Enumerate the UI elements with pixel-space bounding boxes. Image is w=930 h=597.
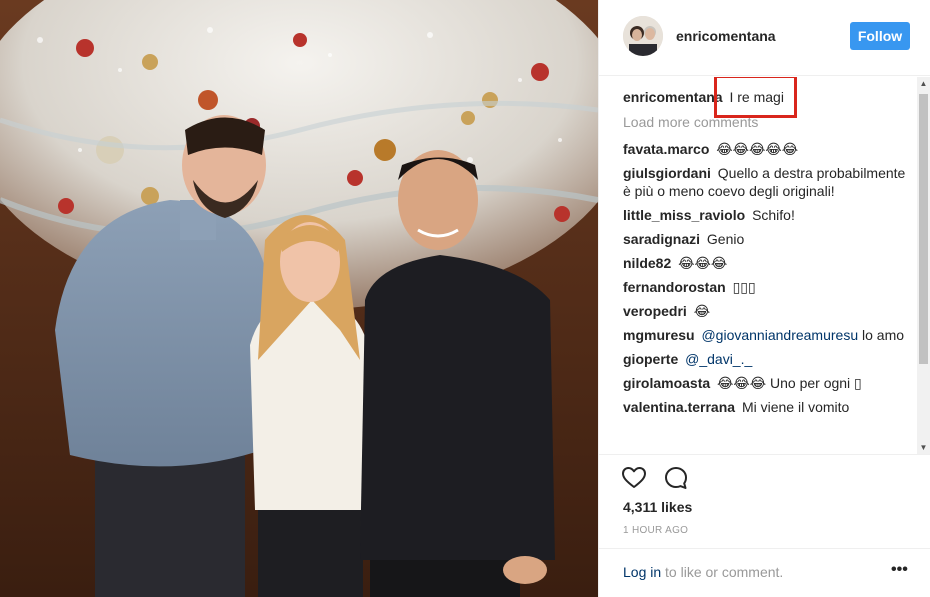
comment-item: veropedri 😂 <box>623 302 909 320</box>
comment-item: saradignazi Genio <box>623 230 909 248</box>
comment-item: nilde82 😂😂😂 <box>623 254 909 272</box>
scroll-down-arrow-icon[interactable]: ▼ <box>917 441 930 454</box>
highlight-box <box>714 77 797 118</box>
comment-item: gioperte @_davi_._ <box>623 350 909 368</box>
comment-text: 😂 <box>693 303 711 319</box>
photo-illustration <box>0 0 598 597</box>
comment-username[interactable]: fernandorostan <box>623 279 726 295</box>
comment-text: 😂😂😂 <box>678 255 728 271</box>
scroll-up-arrow-icon[interactable]: ▲ <box>917 77 930 90</box>
post-timestamp[interactable]: 1 HOUR AGO <box>623 525 688 536</box>
login-prompt: Log in to like or comment. <box>623 564 783 580</box>
heart-icon[interactable] <box>621 465 647 491</box>
comment-mention-link[interactable]: @giovanniandreamuresu <box>701 327 858 343</box>
comment-text: lo amo <box>862 327 905 343</box>
comment-item: valentina.terrana Mi viene il vomito <box>623 398 909 416</box>
login-prompt-text: to like or comment. <box>665 564 784 580</box>
comment-item: giulsgiordani Quello a destra probabilme… <box>623 164 909 200</box>
comment-mention-link[interactable]: @_davi_._ <box>685 351 752 367</box>
post-header: enricomentana Follow <box>599 0 930 76</box>
post-panel: enricomentana Follow enricomentana I re … <box>598 0 930 597</box>
login-link[interactable]: Log in <box>623 564 661 580</box>
comment-username[interactable]: gioperte <box>623 351 678 367</box>
comment-text: Schifo! <box>752 207 795 223</box>
header-username[interactable]: enricomentana <box>676 28 776 44</box>
comment-item: favata.marco 😂😂😂😂😂 <box>623 140 909 158</box>
comments-list: enricomentana I re magi Load more commen… <box>599 77 917 454</box>
post-footer: Log in to like or comment. ••• <box>599 548 930 597</box>
follow-button[interactable]: Follow <box>850 22 910 50</box>
likes-count[interactable]: 4,311 likes <box>623 499 692 515</box>
caption-username[interactable]: enricomentana <box>623 89 723 105</box>
comment-username[interactable]: saradignazi <box>623 231 700 247</box>
comment-text: 😂😂😂 Uno per ogni ▯ <box>717 375 862 391</box>
comment-text: 😂😂😂😂😂 <box>716 141 799 157</box>
caption: enricomentana I re magi <box>623 77 909 118</box>
comment-username[interactable]: valentina.terrana <box>623 399 735 415</box>
comment-text: Mi viene il vomito <box>741 399 850 415</box>
comments-scrollbar[interactable]: ▲ ▼ <box>917 77 930 454</box>
comment-item: mgmuresu @giovanniandreamuresu lo amo <box>623 326 909 344</box>
comment-username[interactable]: girolamoasta <box>623 375 710 391</box>
post-actions: 4,311 likes 1 HOUR AGO <box>599 454 930 544</box>
comment-item: little_miss_raviolo Schifo! <box>623 206 909 224</box>
post-photo[interactable] <box>0 0 598 597</box>
avatar-image <box>623 16 663 56</box>
comment-username[interactable]: favata.marco <box>623 141 709 157</box>
comment-username[interactable]: little_miss_raviolo <box>623 207 745 223</box>
avatar[interactable] <box>623 16 663 56</box>
comment-username[interactable]: veropedri <box>623 303 687 319</box>
comment-text: Genio <box>706 231 745 247</box>
scroll-thumb[interactable] <box>919 94 928 364</box>
comment-username[interactable]: giulsgiordani <box>623 165 711 181</box>
comment-item: fernandorostan ▯▯▯ <box>623 278 909 296</box>
comment-icon[interactable] <box>663 465 689 491</box>
comment-text: ▯▯▯ <box>732 279 756 295</box>
comment-username[interactable]: mgmuresu <box>623 327 695 343</box>
comment-username[interactable]: nilde82 <box>623 255 671 271</box>
comment-item: girolamoasta 😂😂😂 Uno per ogni ▯ <box>623 374 909 392</box>
more-options-icon[interactable]: ••• <box>891 561 908 579</box>
